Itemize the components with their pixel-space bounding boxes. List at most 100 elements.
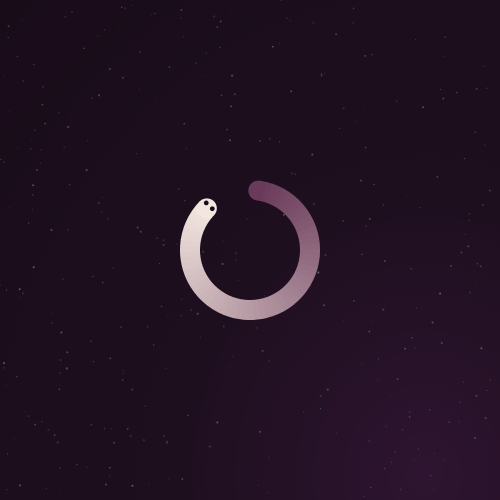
- star: [440, 342, 443, 345]
- star: [183, 122, 186, 125]
- star: [444, 36, 447, 38]
- star: [59, 467, 61, 469]
- star: [39, 162, 42, 164]
- snake-body-segment: [287, 203, 307, 222]
- star: [86, 466, 88, 469]
- star: [324, 72, 326, 75]
- star: [319, 408, 322, 410]
- star: [475, 394, 478, 397]
- snake-body-segment: [229, 297, 241, 319]
- star: [467, 245, 470, 248]
- star: [103, 29, 106, 31]
- star: [476, 284, 478, 286]
- star: [373, 183, 375, 186]
- star: [183, 36, 185, 38]
- star: [364, 54, 367, 57]
- star: [368, 440, 370, 442]
- snake-body-segment: [296, 262, 318, 275]
- star: [21, 292, 24, 295]
- snake-body-segment: [290, 275, 311, 292]
- star: [476, 262, 479, 265]
- star: [59, 372, 61, 374]
- star: [220, 94, 223, 97]
- snake-body-segment: [261, 297, 273, 319]
- snake-body-segment: [187, 272, 208, 288]
- star: [383, 467, 386, 470]
- star: [109, 357, 112, 360]
- star: [62, 278, 64, 280]
- star: [31, 208, 33, 211]
- star: [7, 36, 10, 39]
- snake-body-segment: [180, 233, 202, 243]
- star: [399, 488, 402, 491]
- star: [5, 488, 8, 491]
- star: [103, 427, 106, 430]
- star: [422, 106, 425, 109]
- star: [408, 416, 411, 418]
- snake-body-segment: [273, 188, 290, 209]
- star: [481, 203, 484, 206]
- star: [146, 326, 149, 328]
- star: [228, 139, 232, 142]
- star: [53, 434, 56, 436]
- star: [409, 411, 411, 413]
- star: [370, 486, 372, 488]
- star: [131, 4, 133, 6]
- star: [458, 421, 460, 423]
- star: [143, 439, 145, 441]
- star: [444, 55, 446, 57]
- star: [17, 147, 19, 149]
- star: [468, 219, 470, 222]
- star: [122, 372, 124, 375]
- star: [16, 375, 18, 378]
- snake-body-segment: [190, 276, 211, 293]
- snake-body-segment: [299, 253, 320, 263]
- snake-body-segment: [281, 195, 299, 215]
- star: [97, 202, 100, 204]
- snake-body-segment: [248, 180, 275, 202]
- star: [41, 421, 43, 423]
- star: [21, 19, 23, 21]
- star: [401, 428, 404, 431]
- star: [439, 88, 441, 90]
- snake-body-segment: [182, 264, 204, 277]
- snake-body-segment: [265, 295, 279, 317]
- star: [159, 262, 161, 264]
- star: [156, 237, 159, 240]
- snake-body-segment: [298, 231, 319, 242]
- star: [148, 483, 150, 485]
- star: [0, 158, 2, 161]
- snake-eye: [209, 206, 215, 212]
- star: [450, 264, 452, 267]
- star: [30, 138, 32, 140]
- star: [56, 441, 59, 444]
- star: [6, 384, 8, 386]
- snake-body-segment: [188, 210, 209, 227]
- snake-body-segment: [277, 191, 295, 212]
- snake-body-segment: [284, 199, 304, 218]
- star: [180, 9, 183, 11]
- star: [45, 487, 47, 489]
- star: [199, 336, 201, 338]
- snake-body-segment: [223, 296, 236, 318]
- star: [194, 106, 196, 108]
- star: [318, 62, 320, 64]
- snake-body-segment: [202, 286, 220, 306]
- star: [168, 478, 170, 480]
- snake-body-segment: [252, 299, 261, 320]
- snake-body-segment: [294, 219, 316, 233]
- star: [18, 296, 21, 298]
- star: [289, 20, 291, 22]
- star: [394, 451, 396, 453]
- star: [136, 226, 139, 229]
- star: [163, 239, 165, 241]
- star: [326, 388, 329, 391]
- snake-body-segment: [287, 278, 308, 296]
- star: [219, 20, 222, 23]
- star: [231, 74, 234, 77]
- star: [98, 96, 100, 98]
- star: [112, 441, 116, 444]
- star: [195, 62, 197, 64]
- star: [230, 12, 232, 14]
- star: [226, 128, 228, 131]
